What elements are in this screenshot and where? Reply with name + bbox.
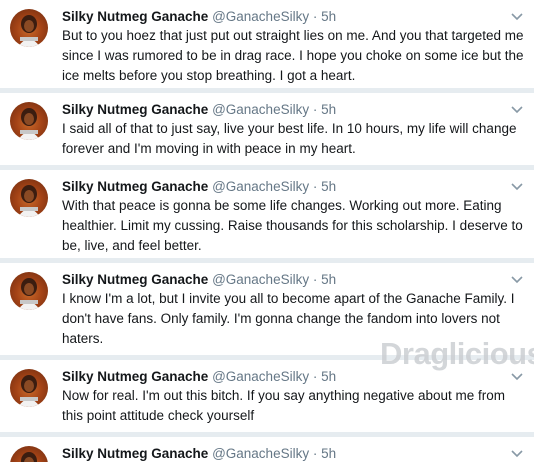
separator-dot: · xyxy=(312,369,318,384)
avatar-image xyxy=(18,375,40,407)
profile-avatar[interactable] xyxy=(10,369,48,407)
author-name[interactable]: Silky Nutmeg Ganache xyxy=(62,102,208,117)
author-name[interactable]: Silky Nutmeg Ganache xyxy=(62,179,208,194)
tweet-card[interactable]: Silky Nutmeg Ganache @GanacheSilky · 5h … xyxy=(0,93,534,165)
author-handle[interactable]: @GanacheSilky xyxy=(212,272,309,287)
tweet-header: Silky Nutmeg Ganache @GanacheSilky · 5h xyxy=(62,271,336,289)
profile-avatar[interactable] xyxy=(10,272,48,310)
separator-dot: · xyxy=(312,446,318,461)
watermark-logo: Draglicious xyxy=(380,336,534,371)
avatar-image xyxy=(18,108,40,140)
tweet-timestamp[interactable]: 5h xyxy=(321,179,336,194)
tweet-timestamp[interactable]: 5h xyxy=(321,446,336,461)
tweet-header: Silky Nutmeg Ganache @GanacheSilky · 5h xyxy=(62,368,336,386)
author-handle[interactable]: @GanacheSilky xyxy=(212,446,309,461)
tweet-card[interactable]: Silky Nutmeg Ganache @GanacheSilky · 5h … xyxy=(0,0,534,88)
tweet-card[interactable]: Silky Nutmeg Ganache @GanacheSilky · 5h … xyxy=(0,170,534,258)
profile-avatar[interactable] xyxy=(10,102,48,140)
chevron-down-icon[interactable] xyxy=(510,372,524,382)
chevron-down-icon[interactable] xyxy=(510,182,524,192)
tweet-timestamp[interactable]: 5h xyxy=(321,272,336,287)
chevron-down-icon[interactable] xyxy=(510,449,524,459)
author-handle[interactable]: @GanacheSilky xyxy=(212,9,309,24)
chevron-down-icon[interactable] xyxy=(510,105,524,115)
profile-avatar[interactable] xyxy=(10,179,48,217)
chevron-down-icon[interactable] xyxy=(510,12,524,22)
profile-avatar[interactable] xyxy=(10,446,48,462)
separator-dot: · xyxy=(312,179,318,194)
tweet-header: Silky Nutmeg Ganache @GanacheSilky · 5h xyxy=(62,101,336,119)
tweet-header: Silky Nutmeg Ganache @GanacheSilky · 5h xyxy=(62,445,336,462)
author-name[interactable]: Silky Nutmeg Ganache xyxy=(62,369,208,384)
tweet-header: Silky Nutmeg Ganache @GanacheSilky · 5h xyxy=(62,8,336,26)
author-name[interactable]: Silky Nutmeg Ganache xyxy=(62,272,208,287)
author-handle[interactable]: @GanacheSilky xyxy=(212,369,309,384)
separator-dot: · xyxy=(312,9,318,24)
tweet-card[interactable]: Silky Nutmeg Ganache @GanacheSilky · 5h xyxy=(0,437,534,462)
chevron-down-icon[interactable] xyxy=(510,275,524,285)
tweet-text: With that peace is gonna be some life ch… xyxy=(62,198,523,253)
avatar-image xyxy=(21,452,37,462)
tweet-timestamp[interactable]: 5h xyxy=(321,102,336,117)
tweet-text: But to you hoez that just put out straig… xyxy=(62,28,524,83)
author-handle[interactable]: @GanacheSilky xyxy=(212,102,309,117)
author-name[interactable]: Silky Nutmeg Ganache xyxy=(62,9,208,24)
author-handle[interactable]: @GanacheSilky xyxy=(212,179,309,194)
avatar-image xyxy=(18,15,40,47)
separator-dot: · xyxy=(312,272,318,287)
tweet-header: Silky Nutmeg Ganache @GanacheSilky · 5h xyxy=(62,178,336,196)
tweet-timestamp[interactable]: 5h xyxy=(321,9,336,24)
tweet-timestamp[interactable]: 5h xyxy=(321,369,336,384)
tweet-text: Now for real. I'm out this bitch. If you… xyxy=(62,388,506,423)
avatar-image xyxy=(18,185,40,217)
tweet-text: I said all of that to just say, live you… xyxy=(62,121,517,156)
avatar-image xyxy=(18,278,40,310)
profile-avatar[interactable] xyxy=(10,9,48,47)
author-name[interactable]: Silky Nutmeg Ganache xyxy=(62,446,208,461)
separator-dot: · xyxy=(312,102,318,117)
